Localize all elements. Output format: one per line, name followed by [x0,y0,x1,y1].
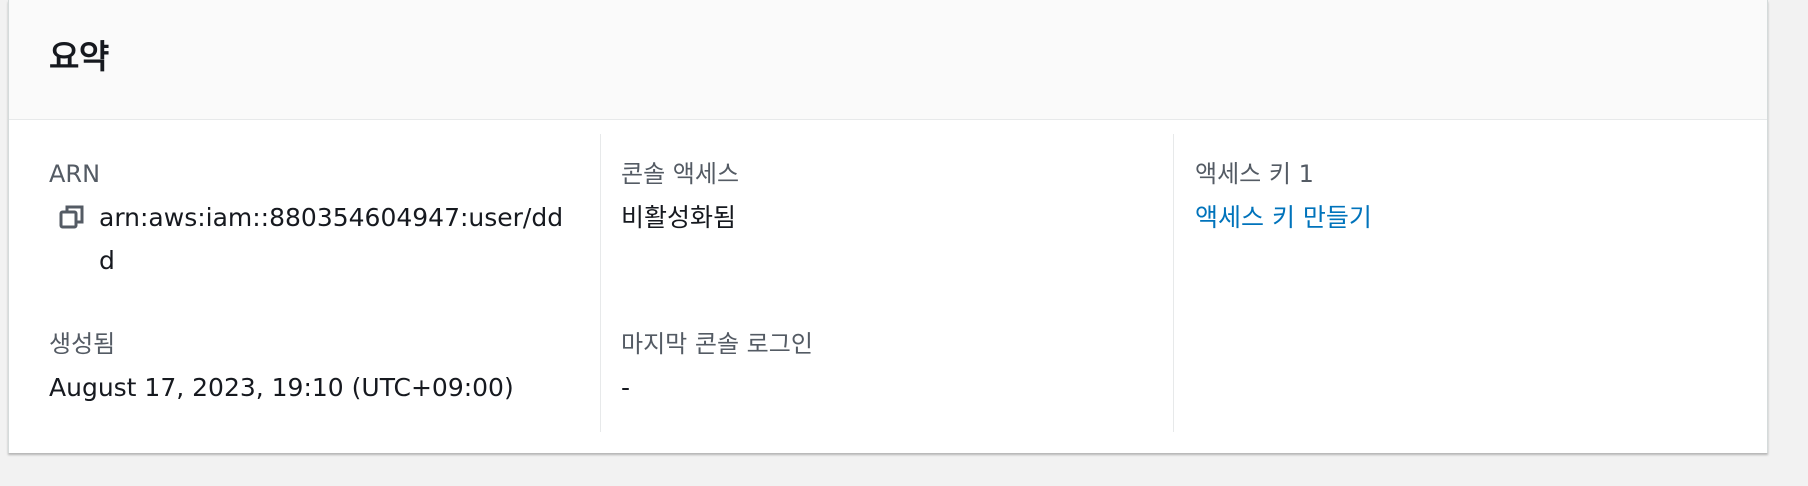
last-console-login-value: - [621,373,631,402]
summary-column-2: 콘솔 액세스 비활성화됨 마지막 콘솔 로그인 - [621,134,1166,432]
access-key-label: 액세스 키 1 [1195,160,1314,188]
access-key-field: 액세스 키 1 액세스 키 만들기 [1195,156,1735,239]
panel-header: 요약 [9,0,1767,120]
last-console-login-label: 마지막 콘솔 로그인 [621,330,813,358]
column-divider [600,134,601,432]
console-access-field: 콘솔 액세스 비활성화됨 [621,156,1166,239]
summary-panel: 요약 ARN arn:aws:iam::880354604947:user/dd… [8,0,1768,453]
created-field: 생성됨 August 17, 2023, 19:10 (UTC+09:00) [49,326,594,409]
created-label: 생성됨 [49,330,116,358]
arn-value: arn:aws:iam::880354604947:user/ddd [99,203,564,275]
arn-field: ARN arn:aws:iam::880354604947:user/ddd [49,156,594,282]
copy-icon[interactable] [57,202,87,232]
column-divider [1173,134,1174,432]
created-value: August 17, 2023, 19:10 (UTC+09:00) [49,373,514,402]
panel-title: 요약 [49,37,109,76]
summary-column-1: ARN arn:aws:iam::880354604947:user/ddd 생… [49,134,594,432]
last-console-login-field: 마지막 콘솔 로그인 - [621,326,1166,409]
console-access-value: 비활성화됨 [621,203,737,232]
summary-column-3: 액세스 키 1 액세스 키 만들기 [1195,134,1735,432]
console-access-label: 콘솔 액세스 [621,160,740,188]
arn-label: ARN [49,160,101,188]
arn-value-row: arn:aws:iam::880354604947:user/ddd [49,196,594,282]
panel-body: ARN arn:aws:iam::880354604947:user/ddd 생… [9,120,1767,452]
create-access-key-link[interactable]: 액세스 키 만들기 [1195,196,1372,239]
